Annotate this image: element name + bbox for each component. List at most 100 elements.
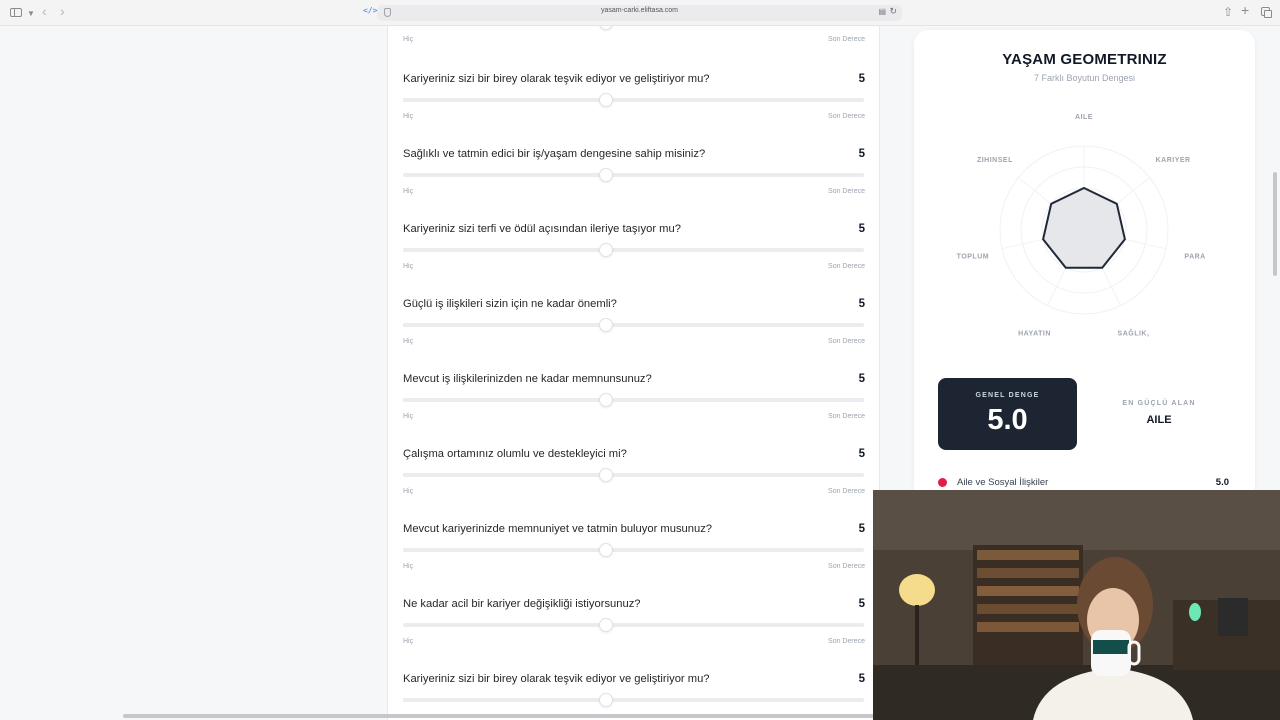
overall-balance-value: 5.0 xyxy=(987,404,1028,436)
strongest-area: EN GÜÇLÜ ALAN AILE xyxy=(1104,378,1214,450)
slider-min-label: Hiç xyxy=(403,338,414,345)
overall-balance-card: GENEL DENGE 5.0 xyxy=(938,378,1077,450)
question-value: 5 xyxy=(858,598,865,610)
radar-axis-label: KARIYER xyxy=(1156,157,1191,164)
result-card: YAŞAM GEOMETRINIZ 7 Farklı Boyutun Denge… xyxy=(914,30,1255,500)
question-item: Kariyeriniz sizi bir birey olarak teşvik… xyxy=(388,673,879,720)
slider-min-label: Hiç xyxy=(403,563,414,570)
rating-slider[interactable] xyxy=(403,618,864,632)
question-item: Ne kadar acil bir kariyer değişikliği is… xyxy=(388,598,879,673)
rating-slider[interactable] xyxy=(403,168,864,182)
question-item: Çalışma ortamınız olumlu ve destekleyici… xyxy=(388,448,879,523)
question-item: Güçlü iş ilişkileri sizin için ne kadar … xyxy=(388,298,879,373)
slider-max-label: Son Derece xyxy=(828,413,865,420)
question-value: 5 xyxy=(858,673,865,685)
slider-min-label: Hiç xyxy=(403,413,414,420)
slider-max-label: Son Derece xyxy=(828,36,865,43)
overall-balance-label: GENEL DENGE xyxy=(975,392,1040,399)
slider-max-label: Son Derece xyxy=(828,563,865,570)
vertical-scrollbar[interactable] xyxy=(1273,172,1277,276)
slider-thumb[interactable] xyxy=(598,318,613,332)
question-value: 5 xyxy=(858,448,865,460)
url-text[interactable]: yasam-carki.eliftasa.com xyxy=(377,7,902,14)
slider-thumb[interactable] xyxy=(598,618,613,632)
back-icon[interactable]: ‹ xyxy=(42,4,47,18)
questions-panel: Hiç Son Derece Kariyeriniz sizi bir bire… xyxy=(387,26,880,720)
question-text: Mevcut kariyerinizde memnuniyet ve tatmi… xyxy=(403,523,713,535)
slider-max-label: Son Derece xyxy=(828,263,865,270)
radar-axis-label: AILE xyxy=(1075,114,1093,121)
question-item: Hiç Son Derece xyxy=(388,26,879,71)
radar-axis-label: SAĞLIK, xyxy=(1118,329,1150,338)
question-text: Ne kadar acil bir kariyer değişikliği is… xyxy=(403,598,641,610)
horizontal-scrollbar[interactable] xyxy=(123,714,883,718)
question-value: 5 xyxy=(858,223,865,235)
chevron-down-icon[interactable]: ▼ xyxy=(27,7,35,21)
rating-slider[interactable] xyxy=(403,393,864,407)
radar-axis-label: TOPLUM xyxy=(957,253,989,260)
question-value: 5 xyxy=(858,373,865,385)
question-text: Mevcut iş ilişkilerinizden ne kadar memn… xyxy=(403,373,652,385)
slider-max-label: Son Derece xyxy=(828,638,865,645)
question-value: 5 xyxy=(858,523,865,535)
question-text: Kariyeriniz sizi bir birey olarak teşvik… xyxy=(403,673,710,685)
category-value: 5.0 xyxy=(1215,477,1229,488)
slider-min-label: Hiç xyxy=(403,113,414,120)
rating-slider[interactable] xyxy=(403,543,864,557)
question-item: Sağlıklı ve tatmin edici bir iş/yaşam de… xyxy=(388,148,879,223)
tab-overview-icon[interactable] xyxy=(1261,7,1272,18)
new-tab-icon[interactable]: + xyxy=(1241,3,1249,17)
slider-min-label: Hiç xyxy=(403,263,414,270)
question-item: Mevcut iş ilişkilerinizden ne kadar memn… xyxy=(388,373,879,448)
question-text: Kariyeriniz sizi bir birey olarak teşvik… xyxy=(403,73,710,85)
radar-score-polygon xyxy=(1042,186,1126,269)
slider-thumb[interactable] xyxy=(598,168,613,182)
slider-thumb[interactable] xyxy=(598,93,613,107)
code-icon[interactable]: </> xyxy=(363,6,377,15)
sidebar-toggle-icon[interactable] xyxy=(10,8,22,17)
question-value: 5 xyxy=(858,148,865,160)
browser-toolbar: ▼ ‹ › </> yasam-carki.eliftasa.com ▤ ↻ ⇧… xyxy=(0,0,1280,26)
radar-axis-label: ZIHINSEL xyxy=(977,157,1013,164)
rating-slider[interactable] xyxy=(403,93,864,107)
question-text: Kariyeriniz sizi terfi ve ödül açısından… xyxy=(403,223,681,235)
question-text: Sağlıklı ve tatmin edici bir iş/yaşam de… xyxy=(403,148,706,160)
slider-thumb[interactable] xyxy=(598,243,613,257)
slider-thumb[interactable] xyxy=(598,543,613,557)
radar-axis-label: PARA xyxy=(1184,253,1205,260)
slider-thumb[interactable] xyxy=(598,393,613,407)
reload-icon[interactable]: ↻ xyxy=(889,6,897,17)
slider-thumb[interactable] xyxy=(598,693,613,707)
slider-min-label: Hiç xyxy=(403,638,414,645)
strongest-area-label: EN GÜÇLÜ ALAN xyxy=(1122,400,1196,407)
strongest-area-value: AILE xyxy=(1146,414,1172,426)
rating-slider[interactable] xyxy=(403,468,864,482)
slider-min-label: Hiç xyxy=(403,488,414,495)
slider-max-label: Son Derece xyxy=(828,113,865,120)
question-item: Kariyeriniz sizi terfi ve ödül açısından… xyxy=(388,223,879,298)
category-row: Aile ve Sosyal İlişkiler 5.0 xyxy=(938,476,1229,490)
rating-slider[interactable] xyxy=(403,693,864,707)
share-icon[interactable]: ⇧ xyxy=(1223,5,1233,19)
forward-icon[interactable]: › xyxy=(60,4,65,18)
reader-icon[interactable]: ▤ xyxy=(878,7,886,16)
question-text: Güçlü iş ilişkileri sizin için ne kadar … xyxy=(403,298,617,310)
category-color-dot xyxy=(938,478,947,487)
slider-max-label: Son Derece xyxy=(828,488,865,495)
radar-chart: AILE KARIYER PARA SAĞLIK, HAYATIN TOPLUM ZIHIN… xyxy=(957,114,1206,338)
slider-max-label: Son Derece xyxy=(828,188,865,195)
category-name: Aile ve Sosyal İlişkiler xyxy=(957,477,1049,488)
question-item: Mevcut kariyerinizde memnuniyet ve tatmi… xyxy=(388,523,879,598)
slider-max-label: Son Derece xyxy=(828,338,865,345)
slider-min-label: Hiç xyxy=(403,36,414,43)
question-text: Çalışma ortamınız olumlu ve destekleyici… xyxy=(403,448,627,460)
slider-thumb[interactable] xyxy=(598,468,613,482)
rating-slider[interactable] xyxy=(403,318,864,332)
address-bar[interactable]: yasam-carki.eliftasa.com ▤ ↻ xyxy=(377,5,902,21)
slider-thumb[interactable] xyxy=(598,26,613,30)
webcam-overlay xyxy=(873,490,1280,720)
radar-axis-label: HAYATIN xyxy=(1018,331,1051,338)
rating-slider[interactable] xyxy=(403,243,864,257)
question-item: Kariyeriniz sizi bir birey olarak teşvik… xyxy=(388,73,879,148)
slider-min-label: Hiç xyxy=(403,188,414,195)
